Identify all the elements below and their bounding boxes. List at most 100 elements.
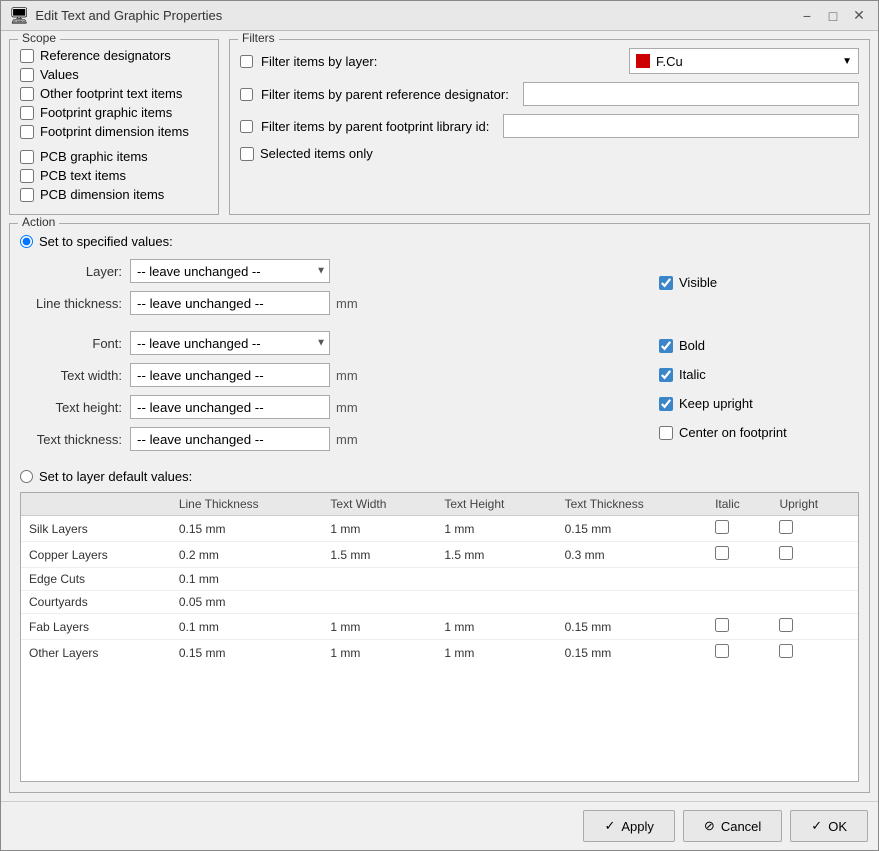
center-on-fp-checkbox[interactable] [659, 426, 673, 440]
font-field-row: Font: -- leave unchanged -- ▼ [20, 331, 649, 355]
table-cell-text-width: 1 mm [322, 640, 436, 666]
table-cell-text-height: 1.5 mm [436, 542, 556, 568]
layer-dropdown-wrapper: -- leave unchanged -- ▼ [130, 259, 330, 283]
bold-checkbox[interactable] [659, 339, 673, 353]
table-cell-italic [707, 568, 771, 591]
layer-field-row: Layer: -- leave unchanged -- ▼ [20, 259, 649, 283]
line-thickness-label: Line thickness: [20, 296, 130, 311]
cancel-icon: ⊘ [704, 818, 715, 834]
layer-select[interactable]: F.Cu ▼ [629, 48, 859, 74]
ok-button[interactable]: ✓ OK [790, 810, 868, 842]
table-cell-upright [771, 591, 858, 614]
other-fp-text-label: Other footprint text items [40, 86, 182, 101]
maximize-button[interactable]: □ [822, 5, 844, 27]
font-dropdown[interactable]: -- leave unchanged -- [130, 331, 330, 355]
table-cell-text-thickness: 0.15 mm [557, 614, 708, 640]
layer-dropdown[interactable]: -- leave unchanged -- [130, 259, 330, 283]
text-width-row: Text width: -- leave unchanged -- mm [20, 363, 649, 387]
fp-dimension-checkbox[interactable] [20, 125, 34, 139]
set-specified-radio[interactable] [20, 235, 33, 248]
col-header-upright: Upright [771, 493, 858, 516]
pcb-graphic-checkbox[interactable] [20, 150, 34, 164]
fp-dimension-label: Footprint dimension items [40, 124, 189, 139]
app-icon: 🖥 [9, 6, 29, 26]
close-button[interactable]: ✕ [848, 5, 870, 27]
table-cell-italic [707, 542, 771, 568]
filter-by-lib-input[interactable] [503, 114, 859, 138]
table-cell-text-width: 1 mm [322, 614, 436, 640]
table-cell-name: Silk Layers [21, 516, 171, 542]
minimize-button[interactable]: − [796, 5, 818, 27]
table-row: Other Layers0.15 mm1 mm1 mm0.15 mm [21, 640, 858, 666]
layer-value: F.Cu [656, 54, 683, 69]
visible-option: Visible [659, 275, 859, 290]
main-content: Scope Reference designators Values Other… [1, 31, 878, 801]
text-width-input[interactable]: -- leave unchanged -- [130, 363, 330, 387]
visible-checkbox[interactable] [659, 276, 673, 290]
selected-only-checkbox[interactable] [240, 147, 254, 161]
table-cell-text-width [322, 591, 436, 614]
keep-upright-checkbox[interactable] [659, 397, 673, 411]
col-header-italic: Italic [707, 493, 771, 516]
table-cell-text-width: 1 mm [322, 516, 436, 542]
cancel-button[interactable]: ⊘ Cancel [683, 810, 782, 842]
ok-label: OK [828, 819, 847, 834]
table-row: Edge Cuts0.1 mm [21, 568, 858, 591]
col-header-line-thickness: Line Thickness [171, 493, 323, 516]
table-cell-line-thickness: 0.1 mm [171, 568, 323, 591]
text-thickness-input[interactable]: -- leave unchanged -- [130, 427, 330, 451]
scope-group: Scope Reference designators Values Other… [9, 39, 219, 215]
titlebar: 🖥 Edit Text and Graphic Properties − □ ✕ [1, 1, 878, 31]
filter-by-layer-checkbox[interactable] [240, 55, 253, 68]
table-cell-upright [771, 516, 858, 542]
scope-other-fp-text: Other footprint text items [20, 86, 208, 101]
table-row: Courtyards0.05 mm [21, 591, 858, 614]
scope-pcb-graphic: PCB graphic items [20, 149, 208, 164]
upright-checkbox-0[interactable] [779, 520, 793, 534]
table-cell-text-thickness: 0.3 mm [557, 542, 708, 568]
top-row: Scope Reference designators Values Other… [9, 39, 870, 215]
layer-color-indicator [636, 54, 650, 68]
table-cell-text-height: 1 mm [436, 614, 556, 640]
apply-icon: ✓ [604, 818, 615, 834]
table-cell-line-thickness: 0.2 mm [171, 542, 323, 568]
line-thickness-input[interactable]: -- leave unchanged -- [130, 291, 330, 315]
filter-by-ref-input[interactable] [523, 82, 859, 106]
italic-checkbox-0[interactable] [715, 520, 729, 534]
table-row: Copper Layers0.2 mm1.5 mm1.5 mm0.3 mm [21, 542, 858, 568]
table-cell-text-thickness: 0.15 mm [557, 516, 708, 542]
col-header-text-height: Text Height [436, 493, 556, 516]
filter-by-ref-checkbox[interactable] [240, 88, 253, 101]
selected-only-row: Selected items only [240, 146, 859, 161]
fp-graphic-label: Footprint graphic items [40, 105, 172, 120]
italic-checkbox-4[interactable] [715, 618, 729, 632]
text-height-input[interactable]: -- leave unchanged -- [130, 395, 330, 419]
fp-graphic-checkbox[interactable] [20, 106, 34, 120]
layer-dropdown-arrow: ▼ [842, 56, 852, 67]
other-fp-text-checkbox[interactable] [20, 87, 34, 101]
upright-checkbox-5[interactable] [779, 644, 793, 658]
text-thickness-unit: mm [336, 432, 358, 447]
ok-icon: ✓ [811, 818, 822, 834]
italic-checkbox[interactable] [659, 368, 673, 382]
layer-dropdown-value: -- leave unchanged -- [137, 264, 261, 279]
ref-designators-checkbox[interactable] [20, 49, 34, 63]
table-cell-italic [707, 591, 771, 614]
text-height-label: Text height: [20, 400, 130, 415]
main-window: 🖥 Edit Text and Graphic Properties − □ ✕… [0, 0, 879, 851]
set-layer-default-radio[interactable] [20, 470, 33, 483]
text-thickness-row: Text thickness: -- leave unchanged -- mm [20, 427, 649, 451]
pcb-dimension-checkbox[interactable] [20, 188, 34, 202]
footer: ✓ Apply ⊘ Cancel ✓ OK [1, 801, 878, 850]
scope-label: Scope [18, 31, 60, 45]
italic-checkbox-1[interactable] [715, 546, 729, 560]
filter-by-lib-label: Filter items by parent footprint library… [261, 119, 489, 134]
values-checkbox[interactable] [20, 68, 34, 82]
apply-button[interactable]: ✓ Apply [583, 810, 674, 842]
upright-checkbox-1[interactable] [779, 546, 793, 560]
filter-by-lib-checkbox[interactable] [240, 120, 253, 133]
italic-checkbox-5[interactable] [715, 644, 729, 658]
layer-select-wrapper: F.Cu ▼ [629, 48, 859, 74]
pcb-text-checkbox[interactable] [20, 169, 34, 183]
upright-checkbox-4[interactable] [779, 618, 793, 632]
